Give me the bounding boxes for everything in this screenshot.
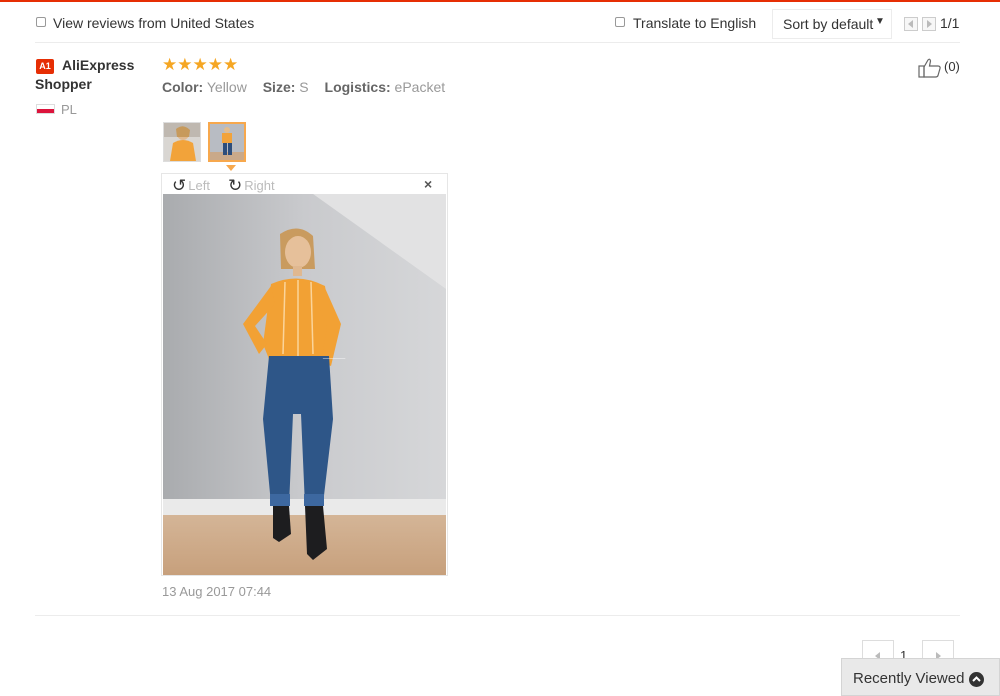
prev-page-mini-button[interactable] xyxy=(904,17,918,31)
buyer-level-badge: A1 xyxy=(36,59,54,74)
review-photo-image: _____ xyxy=(163,194,446,575)
photo-thumbnail-image xyxy=(164,123,200,161)
page-indicator: 1/1 xyxy=(940,15,960,31)
photo-viewer: ↺ Left ↻ Right × _____ xyxy=(161,173,448,576)
next-page-mini-button[interactable] xyxy=(922,17,936,31)
svg-text:_____: _____ xyxy=(322,350,346,359)
sort-dropdown[interactable]: Sort by default ▼ xyxy=(772,9,892,39)
attr-logistics: Logistics: ePacket xyxy=(324,79,446,95)
reviews-toolbar: View reviews from United States Translat… xyxy=(0,2,1000,42)
recently-viewed-bar[interactable]: Recently Viewed xyxy=(841,658,1000,696)
review-divider xyxy=(35,615,960,616)
sort-label: Sort by default xyxy=(783,16,874,32)
review-photo-large: _____ xyxy=(163,194,446,575)
rotate-left-icon: ↺ xyxy=(172,176,187,195)
helpful-count: (0) xyxy=(944,59,960,74)
chevron-up-icon xyxy=(969,672,984,687)
thumbs-up-icon xyxy=(918,58,941,78)
review-photo-thumbnail-2[interactable] xyxy=(208,122,246,162)
rotate-right-label: Right xyxy=(244,178,275,193)
reviewer-country: PL xyxy=(61,102,77,117)
photo-thumbnail-image xyxy=(210,124,244,160)
close-icon[interactable]: × xyxy=(424,176,432,192)
rotate-right-button[interactable]: ↻ Right xyxy=(228,175,275,195)
triangle-left-icon xyxy=(908,20,913,28)
triangle-right-icon xyxy=(927,20,932,28)
order-attributes: Color: Yellow Size: S Logistics: ePacket xyxy=(162,79,457,95)
filter-checkbox[interactable] xyxy=(36,17,46,27)
chevron-down-icon: ▼ xyxy=(875,16,885,27)
rotate-left-button[interactable]: ↺ Left xyxy=(172,175,210,195)
rotate-right-icon: ↻ xyxy=(228,176,243,195)
poland-flag-icon xyxy=(36,104,55,114)
recently-viewed-label: Recently Viewed xyxy=(853,670,965,687)
toolbar-divider xyxy=(35,42,960,43)
star-rating: ★★★★★ xyxy=(162,55,239,74)
active-thumbnail-pointer xyxy=(226,165,236,171)
review-photo-thumbnail-1[interactable] xyxy=(163,122,201,162)
filter-label[interactable]: View reviews from United States xyxy=(53,14,254,32)
attr-color: Color: Yellow xyxy=(162,79,247,95)
review-date: 13 Aug 2017 07:44 xyxy=(162,584,272,599)
attr-size: Size: S xyxy=(262,79,309,95)
viewer-toolbar: ↺ Left ↻ Right × xyxy=(162,174,447,195)
translate-checkbox[interactable] xyxy=(615,17,625,27)
rotate-left-label: Left xyxy=(188,178,210,193)
translate-label[interactable]: Translate to English xyxy=(633,14,756,32)
